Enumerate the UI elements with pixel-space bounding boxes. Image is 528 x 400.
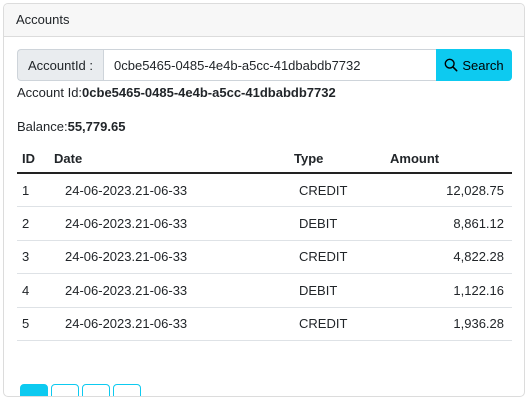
table-row: 1 24-06-2023.21-06-33 CREDIT 12,028.75 <box>17 173 512 207</box>
column-header-date: Date <box>49 145 289 174</box>
pagination: 0 1 2 3 <box>20 384 141 396</box>
accounts-card: Accounts AccountId : Search Account Id:0… <box>3 3 525 397</box>
cell-type: DEBIT <box>289 206 385 241</box>
page-button-2[interactable]: 2 <box>82 384 110 396</box>
cell-amount: 1,936.28 <box>385 307 512 341</box>
page-button-1[interactable]: 1 <box>51 384 79 396</box>
table-row: 3 24-06-2023.21-06-33 CREDIT 4,822.28 <box>17 240 512 274</box>
cell-date: 24-06-2023.21-06-33 <box>49 307 289 341</box>
transactions-table: ID Date Type Amount 1 24-06-2023.21-06-3… <box>17 145 512 341</box>
balance-value: 55,779.65 <box>67 119 126 134</box>
cell-amount: 8,861.12 <box>385 206 512 241</box>
cell-id: 1 <box>17 173 49 207</box>
account-id-caption: Account Id: <box>17 85 83 100</box>
table-row: 4 24-06-2023.21-06-33 DEBIT 1,122.16 <box>17 273 512 308</box>
cell-id: 3 <box>17 240 49 274</box>
page-button-0[interactable]: 0 <box>20 384 48 396</box>
cell-date: 24-06-2023.21-06-33 <box>49 273 289 308</box>
column-header-amount: Amount <box>385 145 512 174</box>
balance-caption: Balance: <box>17 119 68 134</box>
cell-type: CREDIT <box>289 240 385 274</box>
cell-id: 2 <box>17 206 49 241</box>
cell-date: 24-06-2023.21-06-33 <box>49 173 289 207</box>
search-icon <box>444 58 458 72</box>
cell-type: CREDIT <box>289 173 385 207</box>
account-id-input[interactable] <box>103 49 436 81</box>
page-button-3[interactable]: 3 <box>113 384 141 396</box>
cell-type: DEBIT <box>289 273 385 308</box>
cell-id: 4 <box>17 273 49 308</box>
card-header: Accounts <box>4 4 524 37</box>
cell-amount: 4,822.28 <box>385 240 512 274</box>
column-header-type: Type <box>289 145 385 174</box>
cell-amount: 1,122.16 <box>385 273 512 308</box>
cell-date: 24-06-2023.21-06-33 <box>49 206 289 241</box>
table-row: 5 24-06-2023.21-06-33 CREDIT 1,936.28 <box>17 307 512 341</box>
search-group: AccountId : Search <box>17 49 512 81</box>
cell-type: CREDIT <box>289 307 385 341</box>
search-button[interactable]: Search <box>436 49 512 81</box>
cell-id: 5 <box>17 307 49 341</box>
cell-date: 24-06-2023.21-06-33 <box>49 240 289 274</box>
table-header-row: ID Date Type Amount <box>17 145 512 174</box>
account-id-label: AccountId : <box>17 49 103 81</box>
account-id-value: 0cbe5465-0485-4e4b-a5cc-41dbabdb7732 <box>82 85 336 100</box>
account-id-line: Account Id:0cbe5465-0485-4e4b-a5cc-41dba… <box>17 85 336 100</box>
card-title: Accounts <box>16 12 70 27</box>
search-button-label: Search <box>462 57 504 73</box>
cell-amount: 12,028.75 <box>385 173 512 207</box>
balance-line: Balance:55,779.65 <box>17 119 125 134</box>
table-row: 2 24-06-2023.21-06-33 DEBIT 8,861.12 <box>17 206 512 241</box>
column-header-id: ID <box>17 145 49 174</box>
